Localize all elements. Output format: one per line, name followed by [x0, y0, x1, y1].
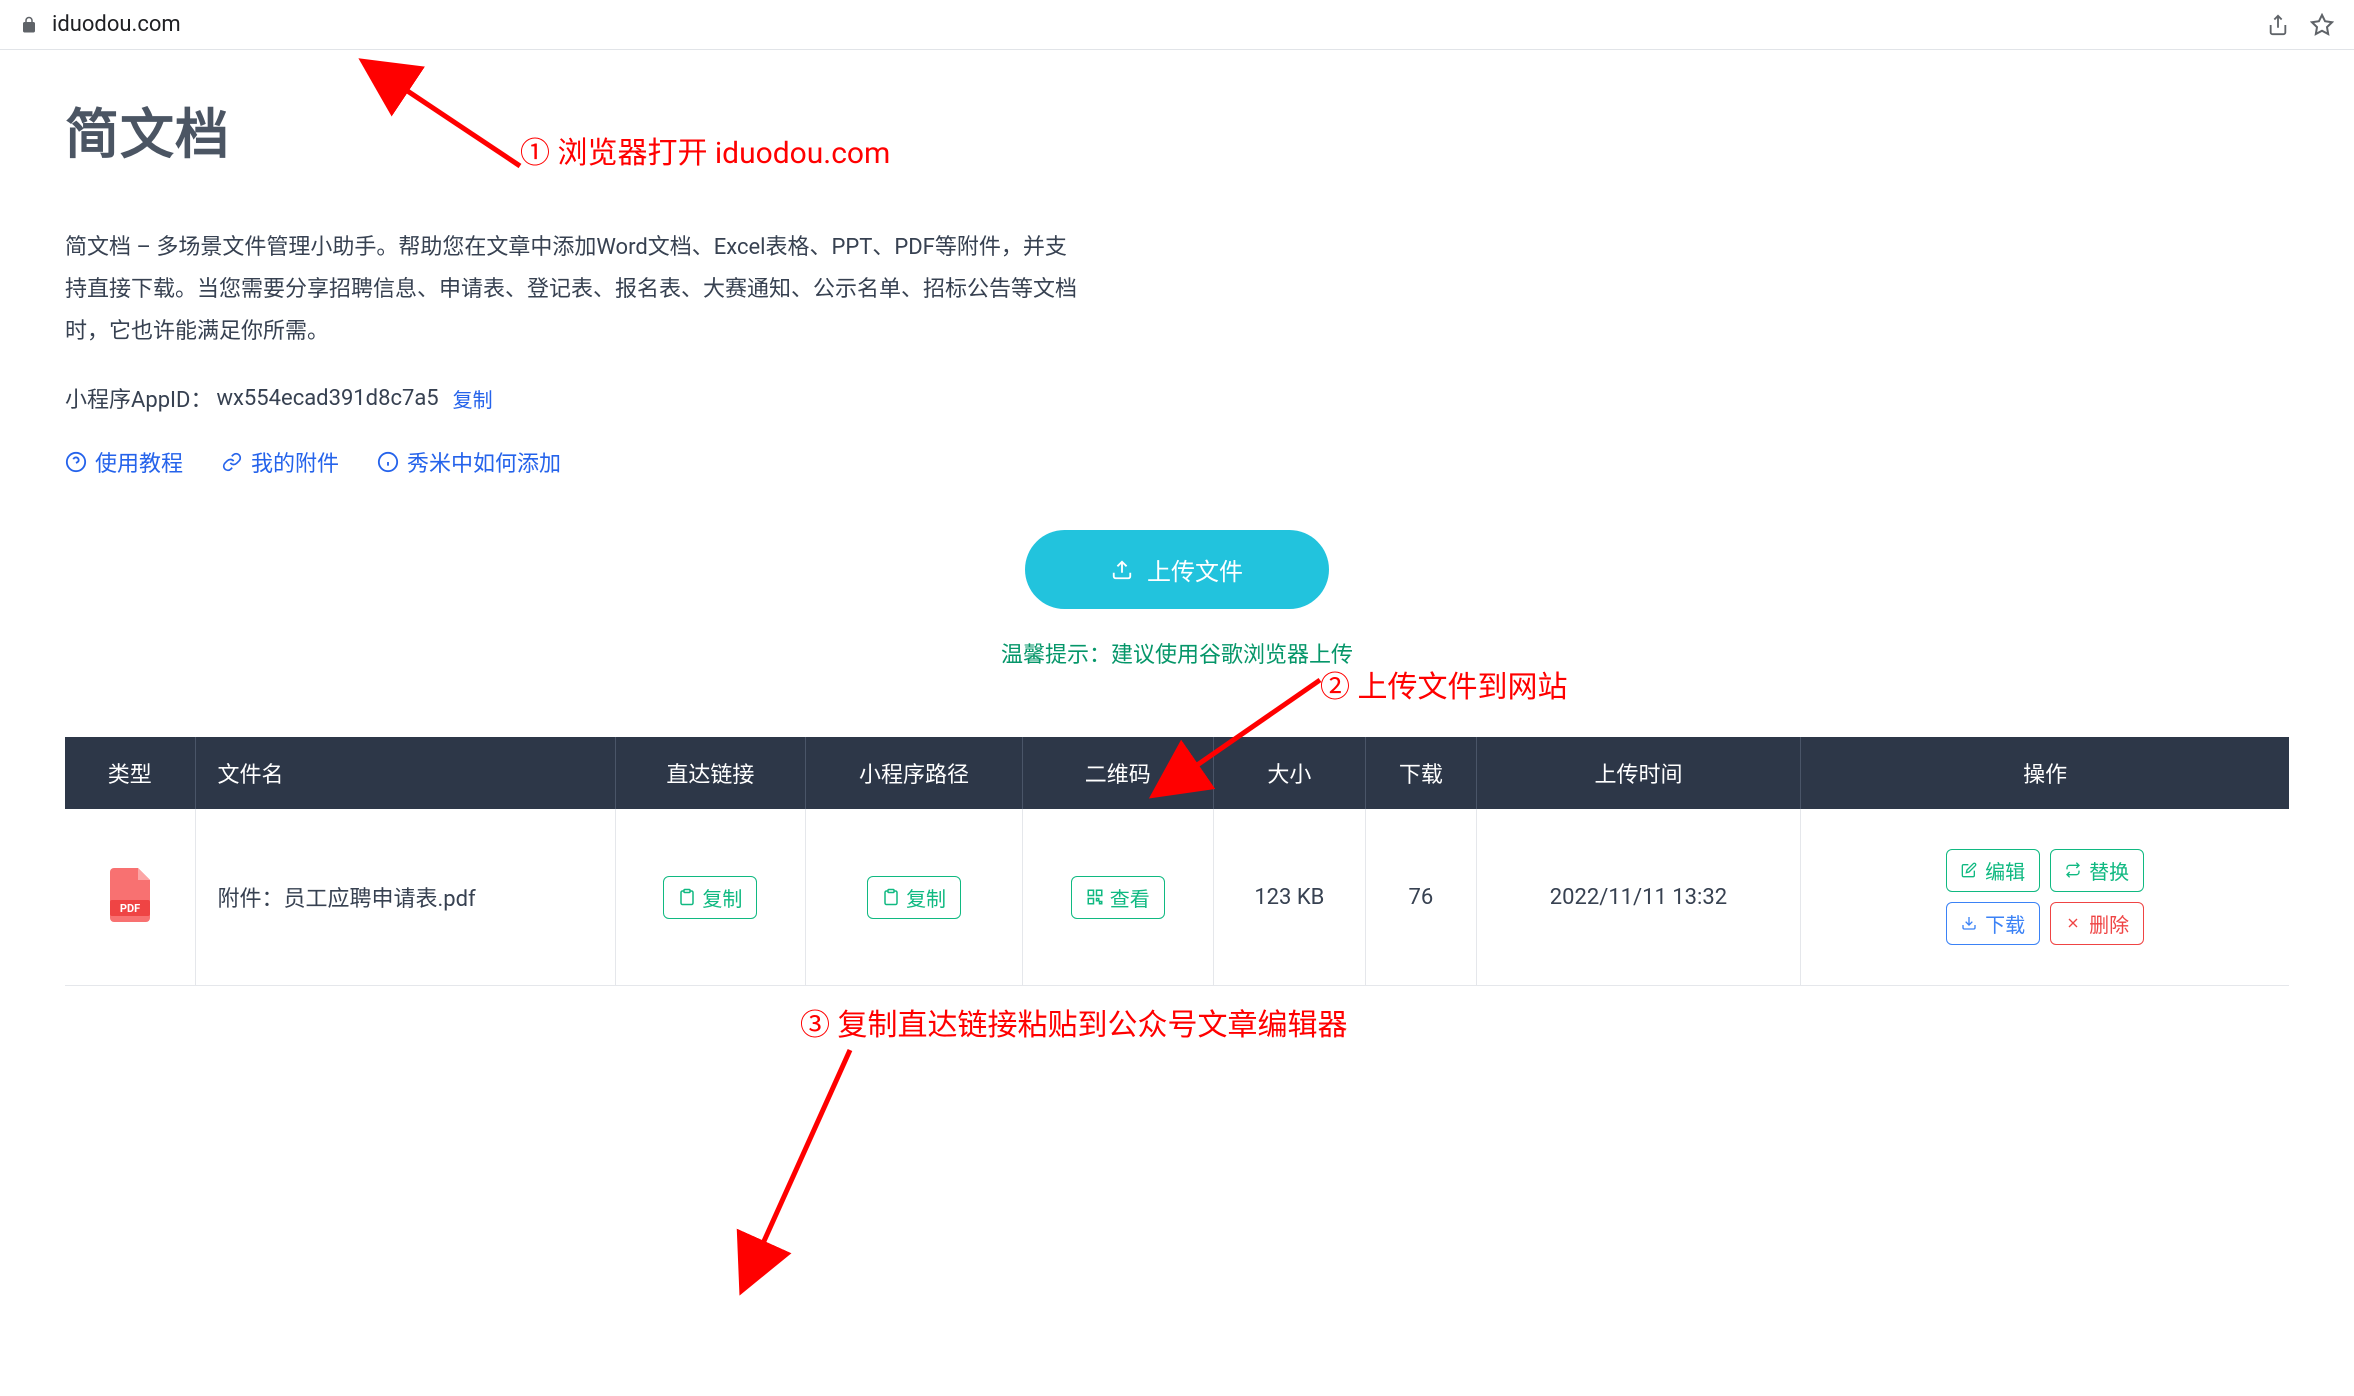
my-files-label: 我的附件 — [251, 446, 339, 478]
clipboard-icon — [882, 888, 900, 906]
tutorial-link[interactable]: 使用教程 — [65, 446, 183, 478]
page-content: 简文档 简文档 – 多场景文件管理小助手。帮助您在文章中添加Word文档、Exc… — [0, 50, 2354, 1046]
svg-text:PDF: PDF — [120, 902, 140, 915]
view-qrcode-button[interactable]: 查看 — [1071, 876, 1165, 919]
th-downloads: 下载 — [1366, 737, 1477, 809]
clipboard-icon — [678, 888, 696, 906]
download-icon — [1961, 915, 1979, 933]
edit-button[interactable]: 编辑 — [1946, 849, 2040, 892]
file-table: 类型 文件名 直达链接 小程序路径 二维码 大小 下载 上传时间 操作 PDF — [65, 737, 2289, 986]
copy-appid-link[interactable]: 复制 — [453, 384, 493, 413]
copy-direct-link-button[interactable]: 复制 — [663, 876, 757, 919]
filename-cell: 附件：员工应聘申请表.pdf — [195, 809, 615, 986]
appid-value: wx554ecad391d8c7a5 — [216, 386, 438, 411]
help-links: 使用教程 我的附件 秀米中如何添加 — [65, 446, 2289, 478]
copy-miniprogram-button[interactable]: 复制 — [867, 876, 961, 919]
th-type: 类型 — [65, 737, 195, 809]
download-button[interactable]: 下载 — [1946, 902, 2040, 945]
th-miniprogram: 小程序路径 — [806, 737, 1023, 809]
th-actions: 操作 — [1801, 737, 2289, 809]
pdf-icon: PDF — [104, 866, 156, 928]
size-cell: 123 KB — [1213, 809, 1365, 986]
th-qrcode: 二维码 — [1022, 737, 1213, 809]
my-files-link[interactable]: 我的附件 — [221, 446, 339, 478]
upload-time-cell: 2022/11/11 13:32 — [1476, 809, 1800, 986]
edit-icon — [1961, 862, 1979, 880]
table-row: PDF 附件：员工应聘申请表.pdf 复制 复制 — [65, 809, 2289, 986]
star-icon[interactable] — [2310, 13, 2334, 37]
th-size: 大小 — [1213, 737, 1365, 809]
delete-button[interactable]: 删除 — [2050, 902, 2144, 945]
upload-icon — [1111, 559, 1133, 581]
th-filename: 文件名 — [195, 737, 615, 809]
link-icon — [221, 451, 243, 473]
xiumi-label: 秀米中如何添加 — [407, 446, 561, 478]
upload-button-label: 上传文件 — [1147, 552, 1243, 587]
qrcode-icon — [1086, 888, 1104, 906]
tutorial-label: 使用教程 — [95, 446, 183, 478]
upload-button[interactable]: 上传文件 — [1025, 530, 1329, 609]
share-icon[interactable] — [2266, 13, 2290, 37]
downloads-cell: 76 — [1366, 809, 1477, 986]
page-title: 简文档 — [65, 90, 2289, 169]
browser-address-bar: iduodou.com — [0, 0, 2354, 50]
replace-button[interactable]: 替换 — [2050, 849, 2144, 892]
lock-icon — [20, 16, 38, 34]
th-direct-link: 直达链接 — [615, 737, 806, 809]
url-text[interactable]: iduodou.com — [52, 12, 2252, 37]
swap-icon — [2065, 862, 2083, 880]
description: 简文档 – 多场景文件管理小助手。帮助您在文章中添加Word文档、Excel表格… — [65, 227, 1085, 352]
appid-row: 小程序AppID： wx554ecad391d8c7a5 复制 — [65, 382, 2289, 414]
appid-label: 小程序AppID： — [65, 382, 212, 414]
upload-tip: 温馨提示：建议使用谷歌浏览器上传 — [1001, 637, 1353, 669]
file-type-cell: PDF — [77, 866, 183, 928]
upload-section: 上传文件 温馨提示：建议使用谷歌浏览器上传 — [65, 530, 2289, 669]
xiumi-link[interactable]: 秀米中如何添加 — [377, 446, 561, 478]
th-upload-time: 上传时间 — [1476, 737, 1800, 809]
close-icon — [2065, 915, 2083, 933]
annotation-step3: ③ 复制直达链接粘贴到公众号文章编辑器 — [800, 1000, 1347, 1044]
info-circle-icon — [377, 451, 399, 473]
question-circle-icon — [65, 451, 87, 473]
arrow-3 — [730, 1040, 870, 1274]
